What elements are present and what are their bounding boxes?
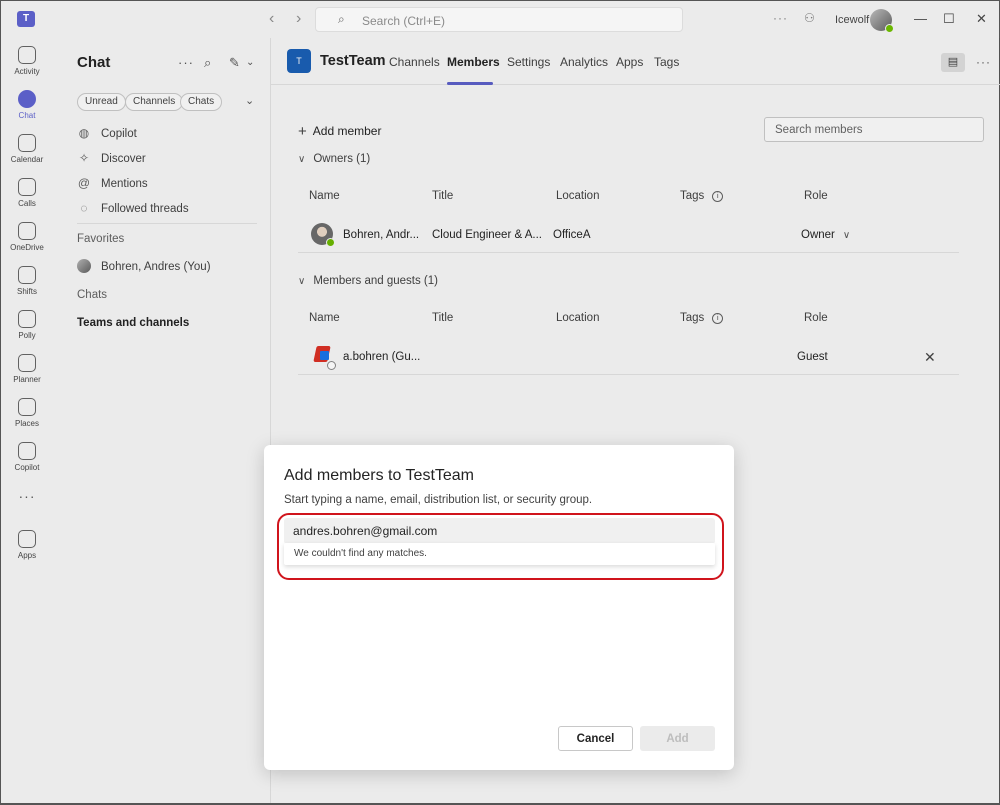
app-rail: Activity Chat Calendar Calls OneDrive Sh… [0,38,52,805]
add-button[interactable]: Add [640,726,715,751]
search-icon: ⌕ [338,12,345,26]
title-bar: T ‹ › ⌕ Search (Ctrl+E) ··· ⚇ Icewolf — … [0,0,1000,38]
add-apps-icon [18,530,36,548]
rail-onedrive[interactable]: OneDrive [1,222,53,252]
rail-label: Calls [18,199,36,208]
copilot-icon [18,442,36,460]
clock-icon [18,266,36,284]
highlight-annotation [277,513,724,580]
dialog-subtitle: Start typing a name, email, distribution… [284,494,593,506]
rail-chat[interactable]: Chat [1,90,53,120]
teams-logo-icon: T [17,11,35,27]
rail-polly[interactable]: Polly [1,310,53,340]
maximize-icon[interactable]: ☐ [943,11,955,27]
rail-label: Chat [18,111,36,120]
planner-icon [18,354,36,372]
location-icon [18,398,36,416]
dialog-title: Add members to TestTeam [284,467,475,484]
phone-icon [18,178,36,196]
rail-label: Apps [17,551,37,560]
profile-avatar[interactable] [870,9,894,33]
org-switch-icon[interactable]: ⚇ [804,11,820,27]
rail-label: Calendar [10,155,44,164]
presence-available-icon [885,24,894,33]
global-search-box[interactable]: ⌕ Search (Ctrl+E) [315,7,683,32]
rail-label: Planner [13,375,41,384]
cloud-icon [18,222,36,240]
rail-label: Copilot [14,463,40,472]
rail-label: OneDrive [10,243,44,252]
chat-icon [18,90,36,108]
close-window-icon[interactable]: ✕ [976,11,987,27]
rail-calls[interactable]: Calls [1,178,53,208]
rail-label: Activity [14,67,40,76]
back-arrow-icon[interactable]: ‹ [269,10,274,28]
polly-icon [18,310,36,328]
rail-apps[interactable]: Apps [1,530,53,560]
rail-places[interactable]: Places [1,398,53,428]
rail-label: Polly [18,331,36,340]
org-name[interactable]: Icewolf [835,14,869,26]
rail-activity[interactable]: Activity [1,46,53,76]
more-apps-icon[interactable]: ··· [1,488,53,504]
rail-label: Shifts [16,287,37,296]
rail-label: Places [14,419,39,428]
add-members-dialog: Add members to TestTeam Start typing a n… [264,445,734,770]
minimize-icon[interactable]: — [914,11,927,26]
rail-planner[interactable]: Planner [1,354,53,384]
forward-arrow-icon[interactable]: › [296,10,301,28]
cancel-button[interactable]: Cancel [558,726,633,751]
calendar-icon [18,134,36,152]
more-options-icon[interactable]: ··· [773,11,788,25]
rail-copilot[interactable]: Copilot [1,442,53,472]
rail-calendar[interactable]: Calendar [1,134,53,164]
global-search-placeholder: Search (Ctrl+E) [362,14,446,28]
bell-icon [18,46,36,64]
rail-shifts[interactable]: Shifts [1,266,53,296]
